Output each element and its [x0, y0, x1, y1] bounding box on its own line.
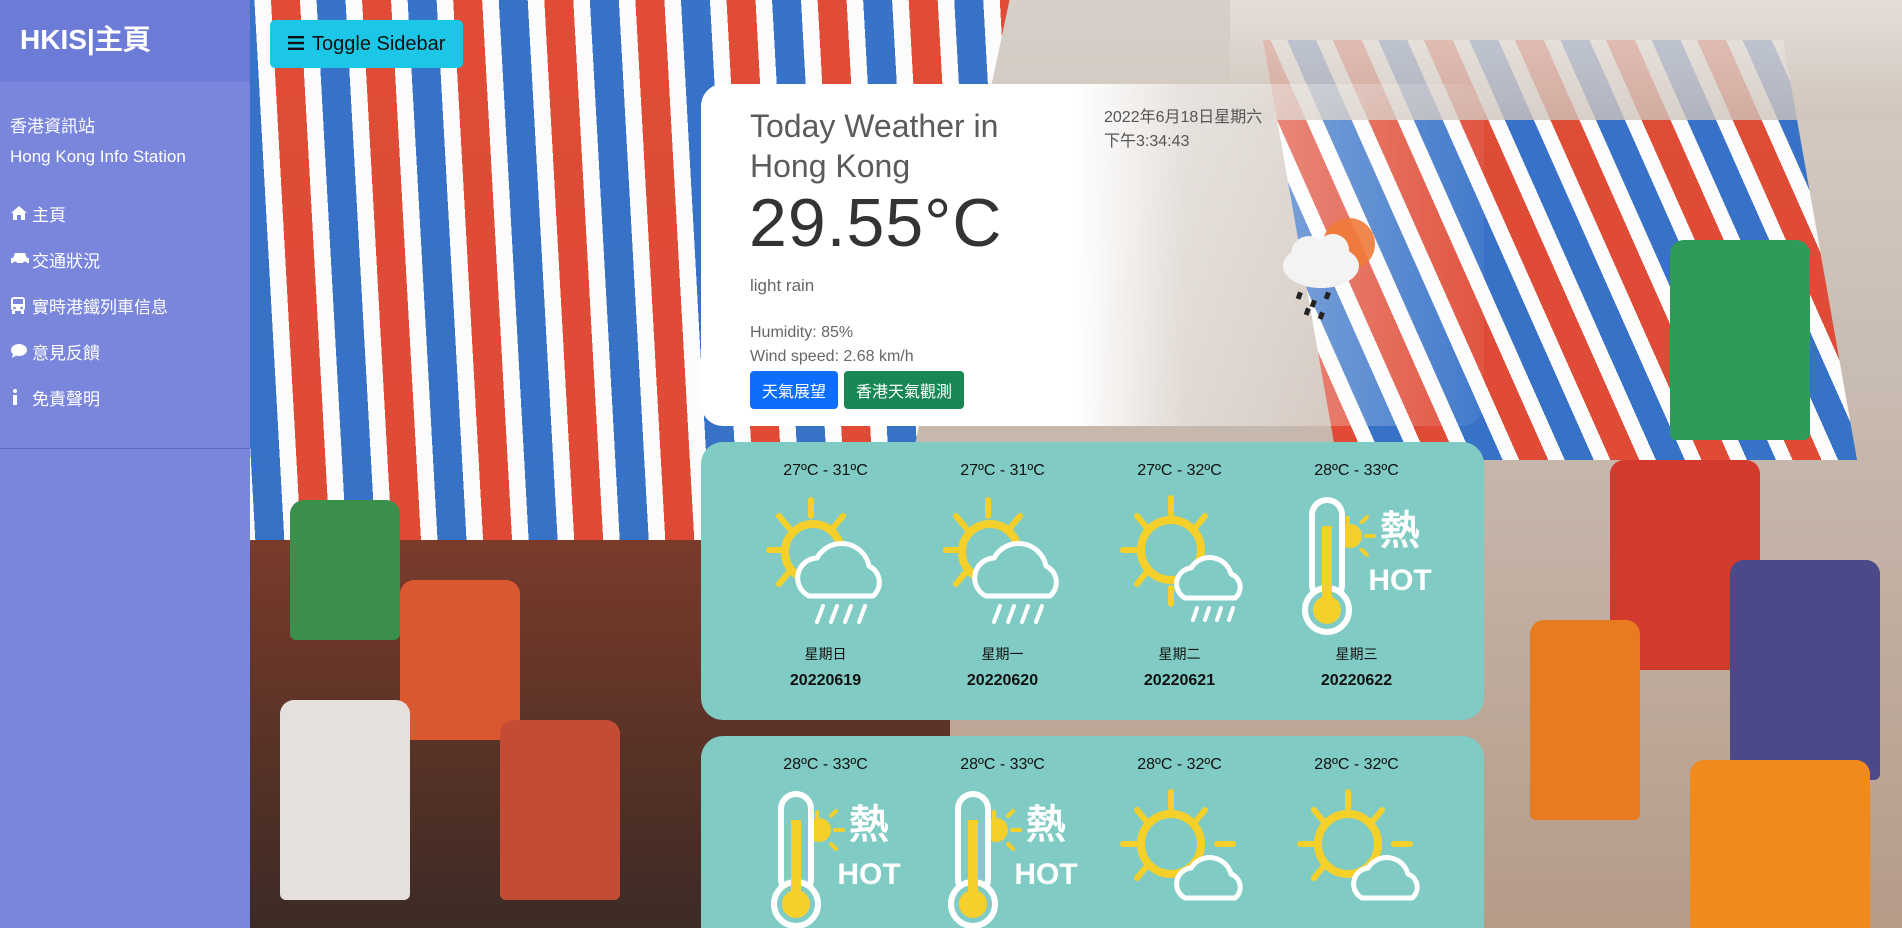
sidebar-item-label: 免責聲明 [32, 389, 100, 409]
forecast-date: 20220620 [966, 672, 1039, 689]
menu-icon [288, 33, 304, 56]
sidebar-item-disclaimer[interactable]: 免責聲明 [0, 374, 250, 420]
svg-text:HOT: HOT [1368, 564, 1431, 597]
temperature-range: 27ºC - 32ºC [1137, 462, 1222, 479]
sun-cloud-rain-icon [928, 492, 1078, 647]
svg-text:熱: 熱 [1380, 508, 1420, 554]
forecast-weekday: 星期二 [1158, 646, 1201, 662]
sun-cloud-icon [1282, 786, 1432, 928]
current-time: 下午3:34:43 [1104, 133, 1190, 150]
sun-cloud-rain-icon [1261, 204, 1391, 329]
chat-bubble-icon [10, 343, 32, 359]
info-icon [10, 388, 32, 406]
sidebar-item-traffic[interactable]: 交通狀況 [0, 236, 250, 282]
weather-title: Today Weather in Hong Kong [750, 108, 999, 184]
current-date: 2022年6月18日星期六 [1104, 109, 1263, 126]
svg-text:熱: 熱 [849, 802, 889, 848]
home-icon [10, 205, 32, 221]
bus-icon [10, 296, 32, 314]
temperature-range: 28ºC - 33ºC [783, 756, 868, 773]
humidity: Humidity: 85% [750, 324, 854, 341]
hot-thermometer-icon: 熱 HOT [928, 786, 1078, 928]
current-datetime: 2022年6月18日星期六 下午3:34:43 [1104, 106, 1262, 154]
sidebar-item-label: 意見反饋 [32, 343, 100, 363]
temperature-range: 28ºC - 33ºC [960, 756, 1045, 773]
temperature-range: 28ºC - 32ºC [1314, 756, 1399, 773]
svg-text:熱: 熱 [1026, 802, 1066, 848]
temperature-range: 27ºC - 31ºC [960, 462, 1045, 479]
hk-observatory-button[interactable]: 香港天氣觀測 [844, 371, 965, 409]
subtitle-zh: 香港資訊站 [10, 117, 95, 136]
brand-title[interactable]: HKIS|主頁 [0, 0, 250, 82]
forecast-card: 28ºC - 33ºC 熱 HOT 28ºC - 33ºC 熱 HOT 28ºC… [701, 736, 1484, 928]
forecast-weekday: 星期日 [804, 646, 847, 662]
sidebar-menu: 主頁 交通狀況 實時港鐵列車信息 意見反饋 免責聲明 [0, 172, 250, 449]
temperature-range: 28ºC - 32ºC [1137, 756, 1222, 773]
sun-cloud-icon [1105, 786, 1255, 928]
hot-thermometer-icon: 熱 HOT [1282, 492, 1432, 647]
forecast-weekday: 星期三 [1335, 646, 1378, 662]
sidebar-item-label: 主頁 [32, 205, 66, 225]
hot-thermometer-icon: 熱 HOT [751, 786, 901, 928]
svg-text:HOT: HOT [1014, 858, 1077, 891]
current-temperature: 29.55°C [749, 185, 1003, 261]
forecast-card: 27ºC - 31ºC 星期日 20220619 27ºC - 31ºC 星期一… [701, 442, 1484, 720]
toggle-sidebar-button[interactable]: Toggle Sidebar [270, 20, 464, 68]
forecast-weekday: 星期一 [981, 646, 1024, 662]
sidebar-item-feedback[interactable]: 意見反饋 [0, 328, 250, 374]
toggle-sidebar-label: Toggle Sidebar [312, 32, 446, 55]
weather-description: light rain [750, 276, 815, 295]
svg-text:HOT: HOT [837, 858, 900, 891]
sidebar-item-label: 實時港鐵列車信息 [32, 297, 168, 317]
current-weather-card: Today Weather in Hong Kong 29.55°C light… [701, 84, 1484, 426]
forecast-date: 20220619 [789, 672, 862, 689]
subtitle-en: Hong Kong Info Station [10, 147, 186, 166]
temperature-range: 28ºC - 33ºC [1314, 462, 1399, 479]
sun-cloud-rain-icon [751, 492, 901, 647]
sidebar-item-mtr[interactable]: 實時港鐵列車信息 [0, 282, 250, 328]
car-icon [10, 252, 32, 266]
sidebar: HKIS|主頁 香港資訊站 Hong Kong Info Station 主頁 … [0, 0, 250, 928]
temperature-range: 27ºC - 31ºC [783, 462, 868, 479]
wind-speed: Wind speed: 2.68 km/h [750, 348, 914, 365]
weather-outlook-button[interactable]: 天氣展望 [750, 371, 839, 409]
forecast-date: 20220621 [1143, 672, 1216, 689]
forecast-date: 20220622 [1320, 672, 1393, 689]
sidebar-item-home[interactable]: 主頁 [0, 190, 250, 236]
sidebar-item-label: 交通狀況 [32, 251, 100, 271]
sidebar-subtitle: 香港資訊站 Hong Kong Info Station [0, 82, 250, 172]
sun-cloud-drizzle-icon [1105, 492, 1255, 647]
